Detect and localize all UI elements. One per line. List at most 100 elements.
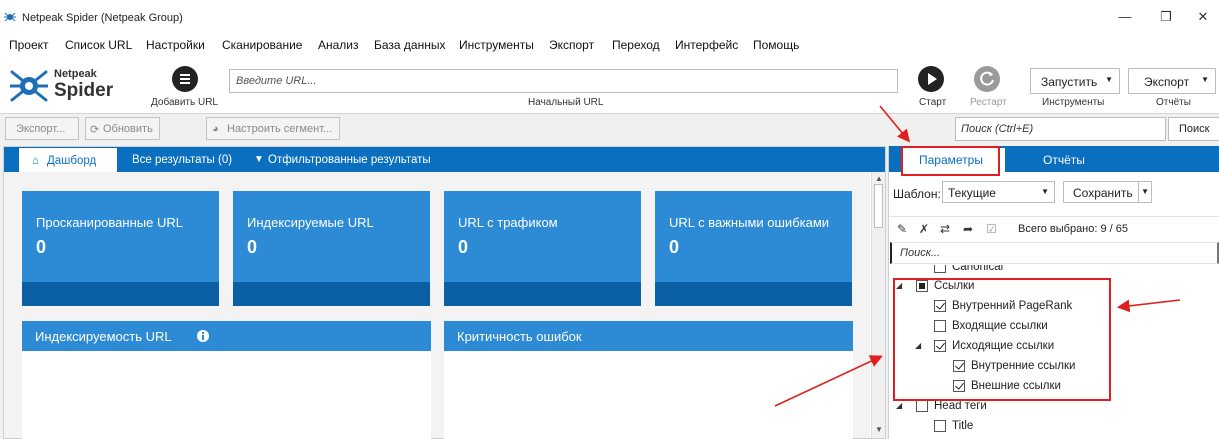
restore-button[interactable]: ❐ [1155,8,1177,26]
eraser-icon[interactable]: ✎ [897,222,907,236]
search-input[interactable] [955,117,1166,141]
tile-value: 0 [36,237,47,257]
dashboard-scrollbar[interactable]: ▲ ▼ [871,172,885,438]
add-url-button[interactable] [172,66,198,92]
menu-item-url-list[interactable]: Список URL [65,38,132,52]
menu-item-project[interactable]: Проект [9,38,49,52]
checkbox[interactable] [934,320,946,332]
menu-item-export[interactable]: Экспорт [549,38,594,52]
search-button-label: Поиск [1179,123,1210,135]
side-tab-bar: Параметры Отчёты [889,146,1219,172]
template-select[interactable]: Текущие ▼ [942,181,1055,203]
tile-urls-with-errors[interactable]: URL с важными ошибками 0 [655,191,852,306]
tab-reports[interactable]: Отчёты [1029,148,1099,172]
template-label: Шаблон: [893,187,941,201]
checkbox[interactable] [953,360,965,372]
checkbox[interactable] [934,340,946,352]
export-button[interactable]: Экспорт... [5,117,79,140]
start-url-caption: Начальный URL [528,97,604,108]
tab-dashboard[interactable]: ⌂ Дашборд [18,147,118,172]
tile-crawled-urls[interactable]: Просканированные URL 0 [22,191,219,306]
checkbox[interactable] [934,420,946,432]
results-tab-bar: ⌂ Дашборд Все результаты (0) ▼ Отфильтро… [4,147,885,172]
menu-item-database[interactable]: База данных [374,38,445,52]
template-selected-value: Текущие [948,186,996,200]
netpeak-spider-logo: Netpeak Spider [10,66,130,106]
card-indexability-title: Индексируемость URL [35,329,172,344]
tile-value: 0 [247,237,258,257]
info-icon[interactable] [197,330,209,342]
save-template-button[interactable]: Сохранить [1063,181,1140,203]
card-error-criticality-header: Критичность ошибок [444,321,853,351]
chevron-down-icon: ▼ [1105,75,1113,84]
configure-segment-button[interactable]: ◕ Настроить сегмент... [206,117,340,140]
tile-indexable-urls[interactable]: Индексируемые URL 0 [233,191,430,306]
tree-item-label: Входящие ссылки [952,320,1048,332]
export-reports-label: Экспорт [1144,75,1190,89]
card-error-criticality: Критичность ошибок [444,321,853,439]
save-template-label: Сохранить [1073,186,1133,200]
scrollbar-thumb[interactable] [874,184,883,228]
menu-item-tools[interactable]: Инструменты [459,38,534,52]
share-arrow-icon[interactable]: ➦ [963,222,973,236]
tile-label: Индексируемые URL [247,215,374,230]
collapse-arrow-icon[interactable]: ◢ [915,341,921,350]
logo-text-bottom: Spider [54,80,114,101]
scroll-down-icon[interactable]: ▼ [875,425,883,434]
checkbox[interactable] [916,400,928,412]
menu-item-crawling[interactable]: Сканирование [222,38,302,52]
save-options-dropdown[interactable]: ▼ [1138,181,1152,203]
tab-parameters[interactable]: Параметры [901,148,1005,172]
tile-label: URL с трафиком [458,215,558,230]
spider-logo-icon [10,70,48,102]
menu-item-navigate[interactable]: Переход [612,38,660,52]
title-bar: Netpeak Spider (Netpeak Group) — ❐ ✕ [0,0,1219,34]
search-button[interactable]: Поиск [1168,117,1219,141]
checkbox[interactable] [934,265,946,273]
tile-urls-with-traffic[interactable]: URL с трафиком 0 [444,191,641,306]
configure-segment-label: Настроить сегмент... [227,123,333,135]
card-indexability: Индексируемость URL [22,321,431,439]
collapse-arrow-icon[interactable]: ◢ [896,401,902,410]
scroll-up-icon[interactable]: ▲ [875,174,883,183]
parameters-search-input[interactable] [890,242,1219,264]
menu-item-analysis[interactable]: Анализ [318,38,359,52]
tab-filtered-results[interactable]: ▼ Отфильтрованные результаты [252,147,437,172]
refresh-button[interactable]: ⟳ Обновить [85,117,160,140]
card-indexability-header: Индексируемость URL [22,321,431,351]
checkbox[interactable] [916,280,928,292]
tools-run-dropdown[interactable]: Запустить ▼ [1030,68,1120,94]
swap-icon[interactable]: ⇄ [940,222,950,236]
start-url-input[interactable] [229,69,898,93]
tab-all-results[interactable]: Все результаты (0) [130,147,240,172]
chevron-down-icon: ▼ [1041,187,1049,196]
window-title: Netpeak Spider (Netpeak Group) [22,12,183,24]
collapse-icon[interactable]: ✗ [919,222,929,236]
menu-bar: Проект Список URL Настройки Сканирование… [0,34,1219,56]
tools-caption: Инструменты [1042,97,1105,108]
close-button[interactable]: ✕ [1192,8,1214,26]
parameters-panel: Параметры Отчёты Шаблон: Текущие ▼ Сохра… [888,146,1219,439]
home-icon: ⌂ [32,155,39,167]
restart-button[interactable] [974,66,1000,92]
checkbox[interactable] [953,380,965,392]
tile-footer [22,282,219,306]
start-caption: Старт [919,97,947,108]
start-button[interactable] [918,66,944,92]
collapse-arrow-icon[interactable]: ◢ [896,281,902,290]
refresh-button-label: Обновить [103,123,153,135]
refresh-icon: ⟳ [90,124,100,136]
tile-label: URL с важными ошибками [669,215,830,230]
card-error-criticality-title: Критичность ошибок [457,329,582,344]
minimize-button[interactable]: — [1114,8,1136,26]
tools-run-label: Запустить [1041,75,1098,89]
menu-item-settings[interactable]: Настройки [146,38,205,52]
checkbox[interactable] [934,300,946,312]
tile-footer [655,282,852,306]
menu-item-help[interactable]: Помощь [753,38,799,52]
tree-item-label: Title [952,420,974,432]
export-reports-dropdown[interactable]: Экспорт ▼ [1128,68,1216,94]
checklist-icon[interactable]: ☑ [986,222,997,236]
tree-item-label: Внутренние ссылки [971,360,1076,372]
menu-item-interface[interactable]: Интерфейс [675,38,738,52]
